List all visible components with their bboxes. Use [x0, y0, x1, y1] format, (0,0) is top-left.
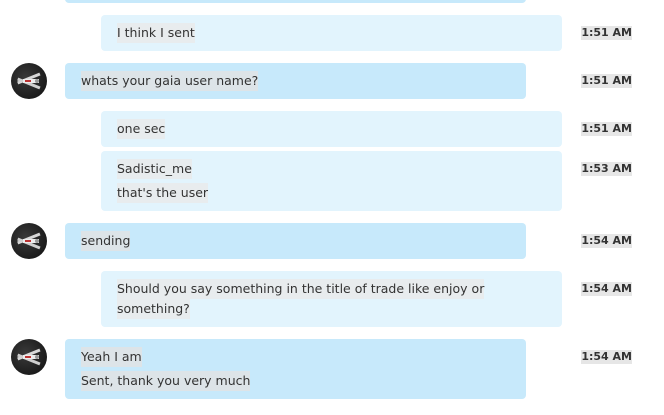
- message-text: Should you say something in the title of…: [117, 279, 485, 299]
- message-timestamp: 1:54 AM: [581, 234, 632, 248]
- message-bubble[interactable]: Yeah I am Sent, thank you very much: [65, 339, 526, 399]
- message-text: Sent, thank you very much: [81, 371, 251, 391]
- contact-avatar[interactable]: [11, 63, 47, 99]
- message-text: that's the user: [117, 183, 209, 203]
- message-bubble[interactable]: I think I sent: [101, 15, 562, 51]
- x-wing-fighter-icon: [17, 232, 41, 250]
- message-text: sending: [81, 231, 131, 251]
- x-wing-fighter-icon: [17, 72, 41, 90]
- contact-avatar[interactable]: [11, 223, 47, 259]
- message-text: Yeah I am: [81, 347, 142, 367]
- message-bubble[interactable]: whats your gaia user name?: [65, 63, 526, 99]
- chat-conversation: I think I sent 1:51 AM whats your gaia u…: [0, 0, 664, 415]
- message-timestamp: 1:53 AM: [581, 162, 632, 176]
- message-text: Sadistic_me: [117, 159, 192, 179]
- message-timestamp: 1:51 AM: [581, 26, 632, 40]
- message-bubble[interactable]: one sec: [101, 111, 562, 147]
- contact-avatar[interactable]: [11, 339, 47, 375]
- message-text: one sec: [117, 119, 166, 139]
- message-timestamp: 1:54 AM: [581, 350, 632, 364]
- message-text: something?: [117, 299, 190, 319]
- message-text: I think I sent: [117, 23, 195, 43]
- message-bubble[interactable]: Sadistic_me that's the user: [101, 151, 562, 211]
- message-bubble-partial[interactable]: [65, 0, 526, 3]
- message-bubble[interactable]: sending: [65, 223, 526, 259]
- message-timestamp: 1:51 AM: [581, 74, 632, 88]
- message-bubble[interactable]: Should you say something in the title of…: [101, 271, 562, 327]
- message-text: whats your gaia user name?: [81, 71, 259, 91]
- x-wing-fighter-icon: [17, 348, 41, 366]
- message-timestamp: 1:51 AM: [581, 122, 632, 136]
- message-timestamp: 1:54 AM: [581, 282, 632, 296]
